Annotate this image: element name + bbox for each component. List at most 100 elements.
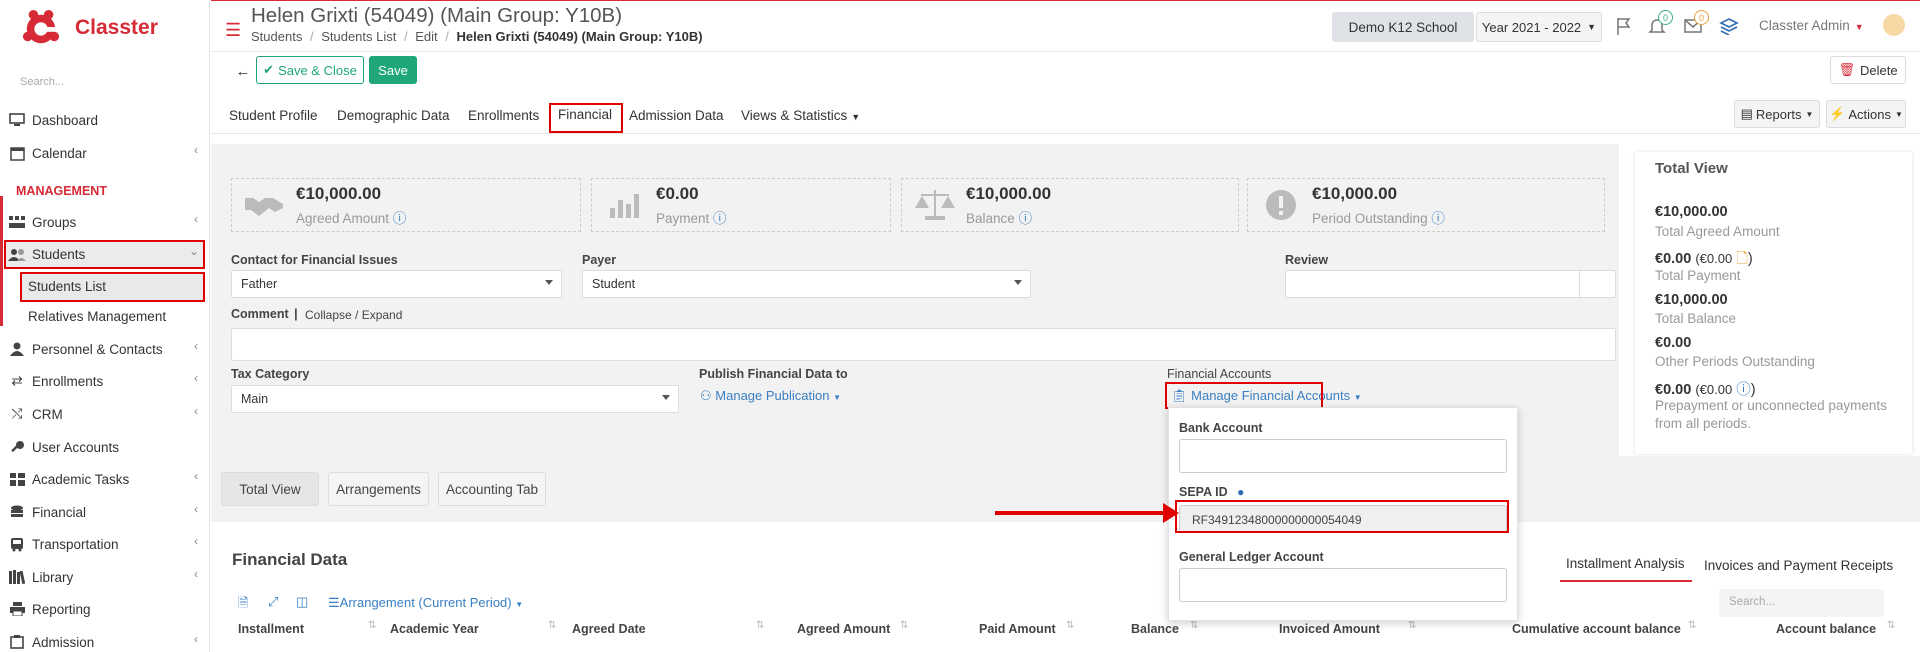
reports-button[interactable]: ▤ Reports ▼: [1734, 100, 1820, 128]
highlight-students: [4, 240, 205, 269]
tab-enrollments[interactable]: Enrollments: [468, 108, 539, 123]
back-arrow-icon[interactable]: ←: [232, 57, 254, 85]
info-icon[interactable]: ●: [1237, 485, 1244, 499]
sort-icon[interactable]: ⇅: [1688, 620, 1696, 631]
contact-select[interactable]: Father: [231, 270, 562, 298]
stat-value: €10,000.00: [1312, 183, 1398, 203]
info-icon[interactable]: ⓘ: [1431, 211, 1445, 226]
comment-input[interactable]: [231, 328, 1616, 361]
sidebar-item-calendar[interactable]: Calendar ‹: [8, 139, 204, 167]
col-academic-year[interactable]: Academic Year: [390, 622, 479, 636]
active-section-bar: [0, 196, 3, 326]
sort-icon[interactable]: ⇅: [1190, 620, 1198, 631]
sidebar-item-enrollments[interactable]: ⇄ Enrollments ‹: [8, 367, 204, 395]
sidebar-item-label: Groups: [32, 214, 77, 230]
total-agreed-value: €10,000.00: [1655, 204, 1728, 220]
sidebar-item-label: Calendar: [32, 145, 87, 161]
breadcrumb-edit[interactable]: Edit: [415, 29, 437, 44]
caret-down-icon: ▼: [1854, 22, 1864, 32]
ledger-account-input[interactable]: [1179, 568, 1507, 602]
sort-icon[interactable]: ⇅: [548, 620, 556, 631]
sidebar-item-transportation[interactable]: Transportation ‹: [8, 530, 204, 558]
expand-icon[interactable]: ⤢: [268, 594, 278, 610]
col-balance[interactable]: Balance: [1131, 622, 1179, 636]
sort-icon[interactable]: ⇅: [900, 620, 908, 631]
comment-collapse-toggle[interactable]: Collapse / Expand: [305, 308, 402, 322]
bell-icon[interactable]: 0: [1645, 10, 1673, 38]
user-edit-icon: ⚇: [700, 388, 712, 403]
delete-button[interactable]: 🗑 Delete: [1830, 56, 1906, 84]
tax-category-select[interactable]: Main: [231, 385, 679, 413]
col-installment[interactable]: Installment: [238, 622, 304, 636]
sidebar-item-user-accounts[interactable]: User Accounts: [8, 433, 204, 461]
year-selector[interactable]: Year 2021 - 2022 ▼: [1476, 12, 1602, 42]
flag-icon[interactable]: [1612, 14, 1636, 38]
avatar[interactable]: [1883, 14, 1905, 36]
layers-icon[interactable]: [1717, 14, 1741, 38]
col-agreed-date[interactable]: Agreed Date: [572, 622, 646, 636]
col-paid-amount[interactable]: Paid Amount: [979, 622, 1056, 636]
sidebar-item-financial[interactable]: Financial ‹: [8, 498, 204, 526]
stat-label: Payment ⓘ: [656, 210, 727, 226]
breadcrumb-students[interactable]: Students: [251, 29, 302, 44]
sort-icon[interactable]: ⇅: [1408, 620, 1416, 631]
sidebar-item-groups[interactable]: Groups ‹: [8, 208, 204, 236]
tab-views-statistics[interactable]: Views & Statistics ▼: [741, 108, 860, 123]
financial-accounts-label: Financial Accounts: [1167, 367, 1272, 381]
sort-icon[interactable]: ⇅: [1887, 620, 1895, 631]
tab-installment-analysis[interactable]: Installment Analysis: [1566, 556, 1685, 571]
info-icon[interactable]: ⓘ: [1736, 382, 1751, 398]
table-search-input[interactable]: Search...: [1719, 589, 1884, 617]
tab-invoices-receipts[interactable]: Invoices and Payment Receipts: [1704, 558, 1893, 573]
col-account-balance[interactable]: Account balance: [1776, 622, 1876, 636]
sidebar-item-dashboard[interactable]: Dashboard: [8, 106, 204, 134]
sort-icon[interactable]: ⇅: [756, 620, 764, 631]
review-input[interactable]: [1285, 270, 1616, 298]
col-invoiced-amount[interactable]: Invoiced Amount: [1279, 622, 1380, 636]
columns-icon[interactable]: ◫: [296, 594, 308, 610]
sidebar-item-library[interactable]: Library ‹: [8, 563, 204, 591]
export-icon[interactable]: 🗎: [238, 594, 248, 616]
contact-label: Contact for Financial Issues: [231, 253, 398, 267]
breadcrumb-current: Helen Grixti (54049) (Main Group: Y10B): [456, 29, 703, 44]
sidebar-item-reporting[interactable]: Reporting: [8, 595, 204, 623]
info-icon[interactable]: ⓘ: [1019, 211, 1033, 226]
save-button[interactable]: Save: [369, 56, 417, 84]
logo[interactable]: Classter: [22, 8, 158, 48]
subtab-arrangements[interactable]: Arrangements: [328, 472, 429, 506]
arrangement-dropdown[interactable]: ☰Arrangement (Current Period) ▼: [328, 595, 523, 611]
print-icon: [8, 600, 26, 618]
subtab-total-view[interactable]: Total View: [221, 472, 319, 506]
sidebar-item-personnel[interactable]: Personnel & Contacts ‹: [8, 335, 204, 363]
col-agreed-amount[interactable]: Agreed Amount: [797, 622, 890, 636]
payer-select[interactable]: Student: [582, 270, 1031, 298]
school-selector[interactable]: Demo K12 School: [1332, 12, 1474, 42]
trash-icon: 🗑: [1838, 62, 1855, 77]
subtab-accounting[interactable]: Accounting Tab: [438, 472, 546, 506]
user-menu[interactable]: Classter Admin ▼: [1759, 18, 1864, 33]
tab-demographic-data[interactable]: Demographic Data: [337, 108, 450, 123]
sort-icon[interactable]: ⇅: [1066, 620, 1074, 631]
info-icon[interactable]: ⓘ: [393, 211, 407, 226]
manage-publication-link[interactable]: ⚇ Manage Publication ▼: [700, 388, 841, 404]
sidebar-item-crm[interactable]: ⤭ CRM ‹: [8, 400, 204, 428]
save-close-button[interactable]: ✔ Save & Close: [256, 56, 364, 84]
tab-student-profile[interactable]: Student Profile: [229, 108, 318, 123]
sidebar-search-input[interactable]: Search...: [20, 76, 64, 88]
sidebar-sub-relatives[interactable]: Relatives Management: [28, 309, 166, 324]
sidebar-item-admission[interactable]: Admission ‹: [8, 628, 204, 652]
info-icon[interactable]: ⓘ: [713, 211, 727, 226]
col-cumulative-balance[interactable]: Cumulative account balance: [1512, 622, 1681, 636]
tab-admission-data[interactable]: Admission Data: [629, 108, 724, 123]
bank-account-input[interactable]: [1179, 439, 1507, 473]
sort-icon[interactable]: ⇅: [368, 620, 376, 631]
breadcrumb-students-list[interactable]: Students List: [321, 29, 396, 44]
file-icon[interactable]: 🗋: [1736, 251, 1748, 267]
mail-icon[interactable]: 0: [1681, 10, 1709, 38]
sidebar-item-academic-tasks[interactable]: Academic Tasks ‹: [8, 465, 204, 493]
admission-icon: [8, 633, 26, 651]
menu-toggle-icon[interactable]: ☰: [225, 20, 241, 41]
sepa-id-label: SEPA ID ●: [1179, 485, 1245, 499]
actions-button[interactable]: ⚡ Actions ▼: [1826, 100, 1906, 128]
stat-value: €10,000.00: [966, 183, 1052, 203]
